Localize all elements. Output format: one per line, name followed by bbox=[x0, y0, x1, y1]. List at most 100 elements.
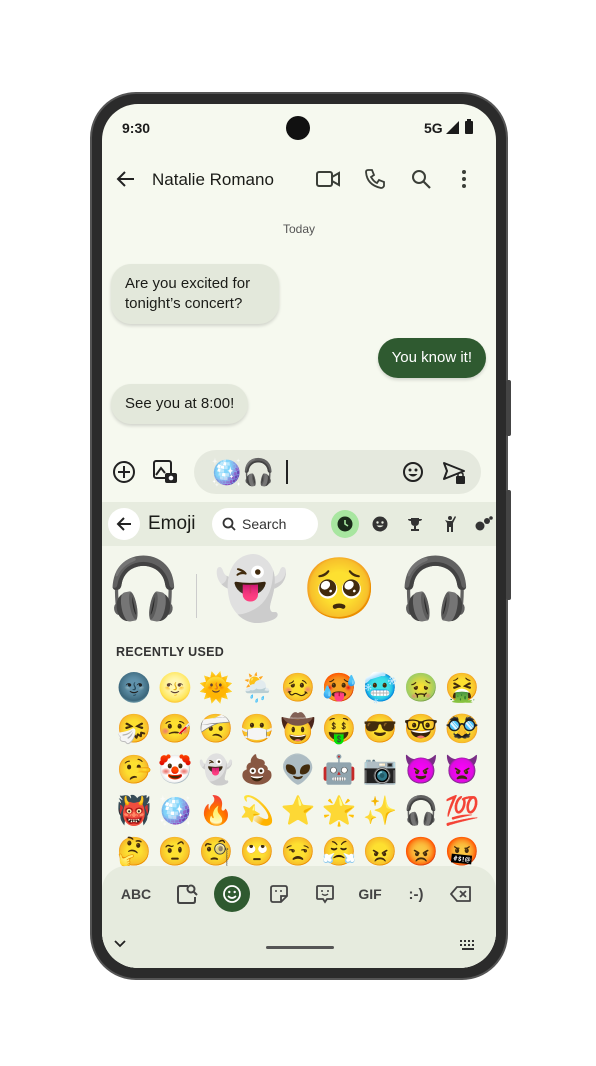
phone-call-icon[interactable] bbox=[364, 168, 386, 190]
emoji-key[interactable]: 🤕 bbox=[197, 710, 235, 748]
smiley-icon bbox=[372, 516, 388, 532]
category-nature[interactable] bbox=[470, 510, 496, 538]
emoji-key[interactable]: ⭐ bbox=[279, 792, 317, 830]
emoji-back-button[interactable] bbox=[108, 508, 140, 540]
emoji-key[interactable]: 😎 bbox=[361, 710, 399, 748]
emoji-key[interactable]: 👿 bbox=[443, 751, 481, 789]
category-people[interactable] bbox=[436, 510, 464, 538]
volume-button bbox=[506, 490, 511, 600]
screen: 9:30 5G Natalie Romano Today Are you exc… bbox=[102, 104, 496, 968]
message-bubble-incoming[interactable]: See you at 8:00! bbox=[111, 384, 249, 424]
category-activities[interactable] bbox=[401, 510, 429, 538]
battery-icon bbox=[465, 119, 473, 134]
emoji-key[interactable]: 😈 bbox=[402, 751, 440, 789]
emoji-key[interactable]: 🥴 bbox=[279, 669, 317, 707]
sticker-suggestion[interactable]: 👻 bbox=[214, 554, 289, 624]
date-divider: Today bbox=[282, 222, 316, 236]
search-icon[interactable] bbox=[410, 168, 432, 190]
emoji-key[interactable]: 🌝 bbox=[156, 669, 194, 707]
message-bubble-outgoing[interactable]: You know it! bbox=[377, 338, 486, 378]
emoji-key[interactable]: 🥶 bbox=[361, 669, 399, 707]
sticker-suggestion[interactable]: 🎧 bbox=[398, 554, 473, 624]
search-placeholder: Search bbox=[242, 516, 287, 532]
emoji-key[interactable]: 🪩 bbox=[156, 792, 194, 830]
emoji-key[interactable]: 🥵 bbox=[320, 669, 358, 707]
emoji-key[interactable]: ✨ bbox=[361, 792, 399, 830]
emoji-key[interactable]: 🤖 bbox=[320, 751, 358, 789]
emoji-kitchen-button[interactable] bbox=[310, 876, 340, 912]
gallery-camera-icon[interactable] bbox=[152, 459, 178, 485]
message-bubble-incoming[interactable]: Are you excited for tonight’s concert? bbox=[111, 264, 279, 324]
camera-cutout bbox=[286, 116, 310, 140]
back-arrow-icon[interactable] bbox=[114, 168, 136, 190]
emoji-key[interactable]: 🌚 bbox=[115, 669, 153, 707]
emoji-key[interactable]: 🔥 bbox=[197, 792, 235, 830]
clock-icon bbox=[337, 516, 353, 532]
emoji-key[interactable]: 💩 bbox=[238, 751, 276, 789]
contact-name: Natalie Romano bbox=[152, 170, 274, 189]
back-arrow-icon bbox=[116, 517, 131, 531]
message-input[interactable]: 🪩🎧 bbox=[194, 450, 481, 494]
nature-icon bbox=[475, 516, 493, 531]
emoji-key[interactable]: 🤠 bbox=[279, 710, 317, 748]
sticker-suggestion[interactable]: 🥺 bbox=[302, 554, 377, 624]
emoji-key[interactable]: 🤧 bbox=[115, 710, 153, 748]
section-label: RECENTLY USED bbox=[116, 645, 225, 659]
emoji-key[interactable]: 💫 bbox=[238, 792, 276, 830]
keyboard-switch-icon[interactable] bbox=[460, 940, 476, 950]
emoji-key[interactable]: 😷 bbox=[238, 710, 276, 748]
category-recent[interactable] bbox=[331, 510, 359, 538]
home-indicator[interactable] bbox=[266, 946, 334, 949]
emoji-key[interactable]: 🎧 bbox=[402, 792, 440, 830]
abc-button[interactable]: ABC bbox=[116, 876, 156, 912]
text-cursor bbox=[286, 460, 288, 484]
bitmoji-icon bbox=[316, 885, 334, 904]
sticker-icon bbox=[270, 885, 288, 903]
power-button bbox=[506, 380, 511, 436]
emoji-key[interactable]: 🤑 bbox=[320, 710, 358, 748]
status-time: 9:30 bbox=[122, 120, 151, 136]
emoji-panel-title: Emoji bbox=[148, 513, 196, 534]
emoji-key[interactable]: 🌟 bbox=[320, 792, 358, 830]
sticker-search-button[interactable] bbox=[172, 876, 202, 912]
emoji-key[interactable]: 🥸 bbox=[443, 710, 481, 748]
add-attachment-icon[interactable] bbox=[112, 460, 136, 484]
backspace-icon bbox=[450, 886, 471, 902]
trophy-icon bbox=[408, 518, 422, 531]
search-icon bbox=[222, 517, 236, 531]
send-encrypted-icon[interactable] bbox=[442, 460, 468, 486]
emoji-icon bbox=[223, 885, 241, 903]
person-icon bbox=[445, 516, 456, 532]
sticker-suggestion[interactable]: 🎧 bbox=[106, 554, 181, 624]
category-smileys[interactable] bbox=[366, 510, 394, 538]
emoji-key[interactable]: 🌦️ bbox=[238, 669, 276, 707]
emoji-key[interactable]: 🌞 bbox=[197, 669, 235, 707]
keyboard-toolbar bbox=[102, 866, 496, 968]
more-options-icon[interactable] bbox=[460, 168, 468, 190]
emoji-key[interactable]: 🤮 bbox=[443, 669, 481, 707]
emoji-key[interactable]: 🤢 bbox=[402, 669, 440, 707]
video-call-icon[interactable] bbox=[316, 170, 340, 188]
emoji-tab-button[interactable] bbox=[214, 876, 250, 912]
emoticon-button[interactable]: :-) bbox=[400, 876, 432, 912]
emoji-key[interactable]: 💯 bbox=[443, 792, 481, 830]
sticker-button[interactable] bbox=[264, 876, 294, 912]
emoji-key[interactable]: 🤥 bbox=[115, 751, 153, 789]
divider bbox=[196, 574, 197, 618]
emoji-icon[interactable] bbox=[402, 461, 424, 483]
emoji-key[interactable]: 👹 bbox=[115, 792, 153, 830]
emoji-key[interactable]: 👽 bbox=[279, 751, 317, 789]
sticker-search-icon bbox=[177, 884, 198, 904]
emoji-key[interactable]: 🤡 bbox=[156, 751, 194, 789]
emoji-key[interactable]: 👻 bbox=[197, 751, 235, 789]
network-label: 5G bbox=[424, 120, 443, 136]
backspace-button[interactable] bbox=[446, 876, 476, 912]
compose-text: 🪩🎧 bbox=[210, 457, 275, 487]
collapse-keyboard-icon[interactable] bbox=[114, 940, 126, 948]
emoji-key[interactable]: 📷 bbox=[361, 751, 399, 789]
signal-icon bbox=[446, 121, 459, 134]
gif-button[interactable]: GIF bbox=[354, 876, 386, 912]
emoji-key[interactable]: 🤒 bbox=[156, 710, 194, 748]
emoji-key[interactable]: 🤓 bbox=[402, 710, 440, 748]
emoji-search-input[interactable]: Search bbox=[212, 508, 318, 540]
